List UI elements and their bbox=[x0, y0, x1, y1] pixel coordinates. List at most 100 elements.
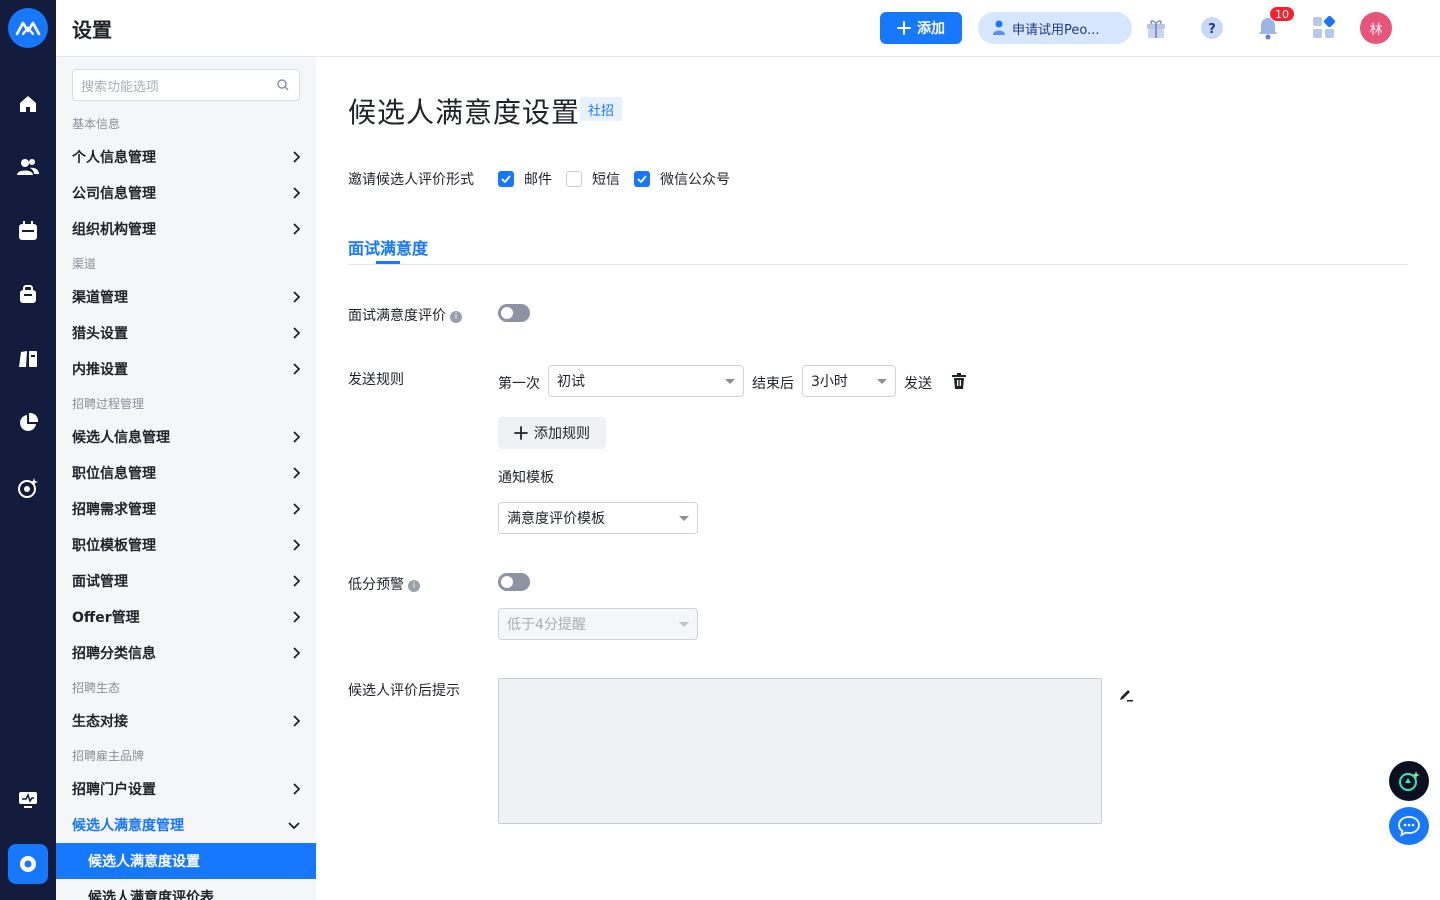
settings-sidebar: 搜索功能选项 基本信息 个人信息管理 公司信息管理 组织机构管理 渠道 渠道管理… bbox=[56, 57, 316, 900]
settings-heading: 候选人满意度设置 bbox=[348, 96, 581, 129]
checkbox-sms[interactable]: 短信 bbox=[566, 169, 620, 189]
home-icon[interactable] bbox=[12, 88, 44, 120]
menu-item-channel[interactable]: 渠道管理 bbox=[72, 282, 300, 312]
chevron-right-icon bbox=[293, 223, 300, 235]
group-title-basic: 基本信息 bbox=[72, 117, 121, 131]
settings-icon[interactable] bbox=[8, 844, 48, 884]
rule-send: 发送 bbox=[904, 376, 932, 392]
menu-item-portal[interactable]: 招聘门户设置 bbox=[72, 774, 300, 804]
low-score-select: 低于4分提醒 bbox=[498, 608, 698, 640]
menu-item-position-info[interactable]: 职位信息管理 bbox=[72, 458, 300, 488]
monitor-icon[interactable] bbox=[12, 784, 44, 816]
menu-item-personal-info[interactable]: 个人信息管理 bbox=[72, 142, 300, 172]
target-icon[interactable] bbox=[12, 472, 44, 504]
menu-item-satisfaction[interactable]: 候选人满意度管理 bbox=[72, 810, 300, 840]
rule-delay-select[interactable]: 3小时 bbox=[802, 365, 896, 397]
chevron-right-icon bbox=[293, 467, 300, 479]
plus-icon bbox=[897, 21, 911, 35]
search-input[interactable]: 搜索功能选项 bbox=[72, 69, 300, 101]
menu-item-position-template[interactable]: 职位模板管理 bbox=[72, 530, 300, 560]
recruit-type-tag: 社招 bbox=[580, 97, 623, 121]
invite-label: 邀请候选人评价形式 bbox=[348, 172, 474, 188]
rule-prefix: 第一次 bbox=[498, 376, 540, 392]
menu-item-interview[interactable]: 面试管理 bbox=[72, 566, 300, 596]
chevron-right-icon bbox=[293, 647, 300, 659]
low-score-label: 低分预警 i bbox=[348, 574, 420, 594]
notify-template-select[interactable]: 满意度评价模板 bbox=[498, 502, 698, 534]
pie-chart-icon[interactable] bbox=[12, 407, 44, 439]
add-rule-label: 添加规则 bbox=[534, 426, 590, 442]
chevron-right-icon bbox=[293, 151, 300, 163]
checkbox-checked-icon bbox=[498, 171, 514, 187]
notify-template-value: 满意度评价模板 bbox=[507, 511, 605, 527]
trial-request-button[interactable]: 申请试用Peo... bbox=[978, 12, 1132, 44]
menu-item-headhunter[interactable]: 猎头设置 bbox=[72, 318, 300, 348]
avatar[interactable]: 林 bbox=[1360, 12, 1392, 44]
group-title-ecosystem: 招聘生态 bbox=[72, 681, 121, 695]
add-button-label: 添加 bbox=[917, 21, 945, 37]
edit-icon[interactable] bbox=[1118, 686, 1134, 706]
checkbox-email[interactable]: 邮件 bbox=[498, 169, 552, 189]
checkbox-unchecked-icon bbox=[566, 171, 582, 187]
info-icon[interactable]: i bbox=[408, 580, 420, 592]
menu-item-offer[interactable]: Offer管理 bbox=[72, 602, 300, 632]
checkbox-wechat-label: 微信公众号 bbox=[660, 172, 730, 188]
menu-item-ecosystem[interactable]: 生态对接 bbox=[72, 706, 300, 736]
interview-eval-toggle[interactable] bbox=[498, 304, 530, 322]
chevron-right-icon bbox=[293, 575, 300, 587]
briefcase-icon[interactable] bbox=[12, 279, 44, 311]
page-title: 设置 bbox=[72, 18, 112, 42]
menu-item-org[interactable]: 组织机构管理 bbox=[72, 214, 300, 244]
caret-down-icon bbox=[679, 622, 689, 627]
add-button[interactable]: 添加 bbox=[880, 12, 962, 44]
help-icon[interactable]: ? bbox=[1196, 12, 1228, 44]
menu-item-candidate-info[interactable]: 候选人信息管理 bbox=[72, 422, 300, 452]
menu-item-category[interactable]: 招聘分类信息 bbox=[72, 638, 300, 668]
sub-item-satisfaction-settings[interactable]: 候选人满意度设置 bbox=[56, 843, 316, 879]
people-icon[interactable] bbox=[12, 151, 44, 183]
low-score-toggle[interactable] bbox=[498, 573, 530, 591]
sub-item-satisfaction-form[interactable]: 候选人满意度评价表 bbox=[56, 879, 316, 900]
app-rail bbox=[0, 0, 56, 900]
tab-interview-satisfaction[interactable]: 面试满意度 bbox=[348, 235, 428, 259]
after-eval-label: 候选人评价后提示 bbox=[348, 683, 460, 699]
main-content: 候选人满意度设置 社招 邀请候选人评价形式 邮件 短信 微信公众号 面试满意度 … bbox=[316, 57, 1440, 900]
low-score-placeholder: 低于4分提醒 bbox=[507, 617, 586, 633]
chevron-right-icon bbox=[293, 539, 300, 551]
svg-text:?: ? bbox=[1208, 22, 1216, 37]
after-eval-textarea[interactable] bbox=[498, 678, 1102, 824]
search-placeholder: 搜索功能选项 bbox=[81, 79, 160, 95]
trash-icon[interactable] bbox=[952, 373, 966, 393]
menu-item-referral[interactable]: 内推设置 bbox=[72, 354, 300, 384]
interview-eval-label: 面试满意度评价 i bbox=[348, 305, 462, 325]
apps-grid-icon[interactable] bbox=[1308, 12, 1340, 44]
menu-item-demand[interactable]: 招聘需求管理 bbox=[72, 494, 300, 524]
chevron-right-icon bbox=[293, 363, 300, 375]
rule-delay-value: 3小时 bbox=[811, 374, 848, 390]
calendar-icon[interactable] bbox=[12, 215, 44, 247]
group-title-process: 招聘过程管理 bbox=[72, 397, 145, 411]
chevron-right-icon bbox=[293, 503, 300, 515]
trial-request-label: 申请试用Peo... bbox=[1012, 22, 1100, 38]
card-icon[interactable] bbox=[12, 343, 44, 375]
search-icon bbox=[277, 79, 289, 91]
ai-assistant-icon[interactable] bbox=[1389, 761, 1429, 801]
checkbox-wechat[interactable]: 微信公众号 bbox=[634, 169, 730, 189]
chevron-right-icon bbox=[293, 291, 300, 303]
caret-down-icon bbox=[877, 379, 887, 384]
rule-stage-select[interactable]: 初试 bbox=[548, 365, 744, 397]
checkbox-checked-icon bbox=[634, 171, 650, 187]
notify-template-label: 通知模板 bbox=[498, 470, 554, 486]
checkbox-sms-label: 短信 bbox=[592, 172, 620, 188]
caret-down-icon bbox=[725, 379, 735, 384]
gift-icon[interactable] bbox=[1140, 12, 1172, 44]
send-rule-label: 发送规则 bbox=[348, 372, 404, 388]
group-title-channel: 渠道 bbox=[72, 257, 97, 271]
add-rule-button[interactable]: 添加规则 bbox=[498, 417, 606, 449]
chat-support-icon[interactable] bbox=[1389, 807, 1429, 845]
info-icon[interactable]: i bbox=[450, 311, 462, 323]
menu-item-company-info[interactable]: 公司信息管理 bbox=[72, 178, 300, 208]
logo-icon[interactable] bbox=[8, 8, 48, 48]
group-title-brand: 招聘雇主品牌 bbox=[72, 749, 145, 763]
notification-badge: 10 bbox=[1269, 6, 1295, 22]
